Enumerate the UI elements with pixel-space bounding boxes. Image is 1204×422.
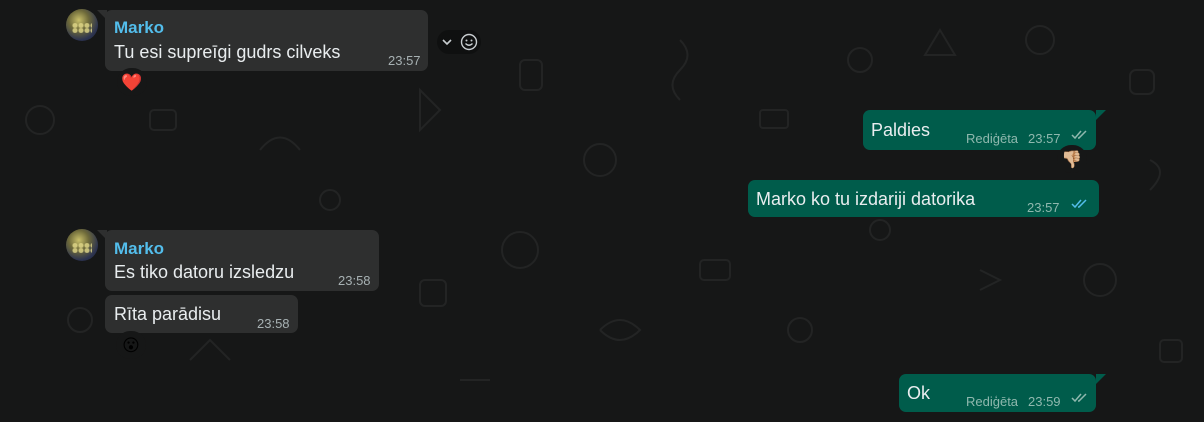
reaction-badge[interactable]: ❤️ bbox=[117, 68, 147, 96]
message-time: 23:57 bbox=[1027, 200, 1060, 215]
message-text: Marko ko tu izdariji datorika bbox=[756, 189, 976, 209]
outgoing-message[interactable]: Marko ko tu izdariji datorika 23:57 bbox=[748, 180, 1099, 217]
edited-label: Rediģēta bbox=[966, 131, 1019, 146]
message-text: Ok bbox=[907, 383, 931, 403]
edited-label: Rediģēta bbox=[966, 394, 1019, 409]
read-receipt-icon bbox=[1071, 199, 1087, 209]
outgoing-message[interactable]: Paldies Rediģēta 23:57 bbox=[863, 110, 1096, 150]
reaction-badge[interactable]: 👎🏼 bbox=[1057, 145, 1087, 173]
message-time: 23:59 bbox=[1028, 394, 1061, 409]
message-text: Rīta parādisu bbox=[114, 304, 222, 324]
bubble-tail bbox=[1096, 374, 1106, 384]
message-time: 23:57 bbox=[1028, 131, 1061, 146]
incoming-message[interactable]: Rīta parādisu 23:58 bbox=[105, 295, 298, 333]
reaction-badge[interactable]: 😮 bbox=[116, 331, 146, 359]
message-text: Es tiko datoru izsledzu bbox=[114, 262, 295, 282]
outgoing-message[interactable]: Ok Rediģēta 23:59 bbox=[899, 374, 1096, 412]
message-time: 23:58 bbox=[257, 316, 290, 331]
avatar[interactable] bbox=[66, 229, 98, 261]
sender-name[interactable]: Marko bbox=[114, 17, 164, 39]
avatar[interactable] bbox=[66, 9, 98, 41]
message-time: 23:57 bbox=[388, 53, 421, 68]
read-receipt-icon bbox=[1071, 393, 1087, 403]
chevron-down-icon[interactable] bbox=[441, 36, 453, 48]
incoming-message[interactable]: Marko Tu esi supreīgi gudrs cilveks 23:5… bbox=[105, 10, 428, 71]
message-text: Paldies bbox=[871, 120, 931, 140]
read-receipt-icon bbox=[1071, 130, 1087, 140]
message-time: 23:58 bbox=[338, 273, 371, 288]
sender-name[interactable]: Marko bbox=[114, 238, 164, 260]
message-hover-actions bbox=[437, 30, 481, 54]
smiley-icon[interactable] bbox=[460, 33, 478, 51]
bubble-tail bbox=[1096, 110, 1106, 120]
incoming-message[interactable]: Marko Es tiko datoru izsledzu 23:58 bbox=[105, 230, 379, 291]
message-text: Tu esi supreīgi gudrs cilveks bbox=[114, 42, 341, 62]
